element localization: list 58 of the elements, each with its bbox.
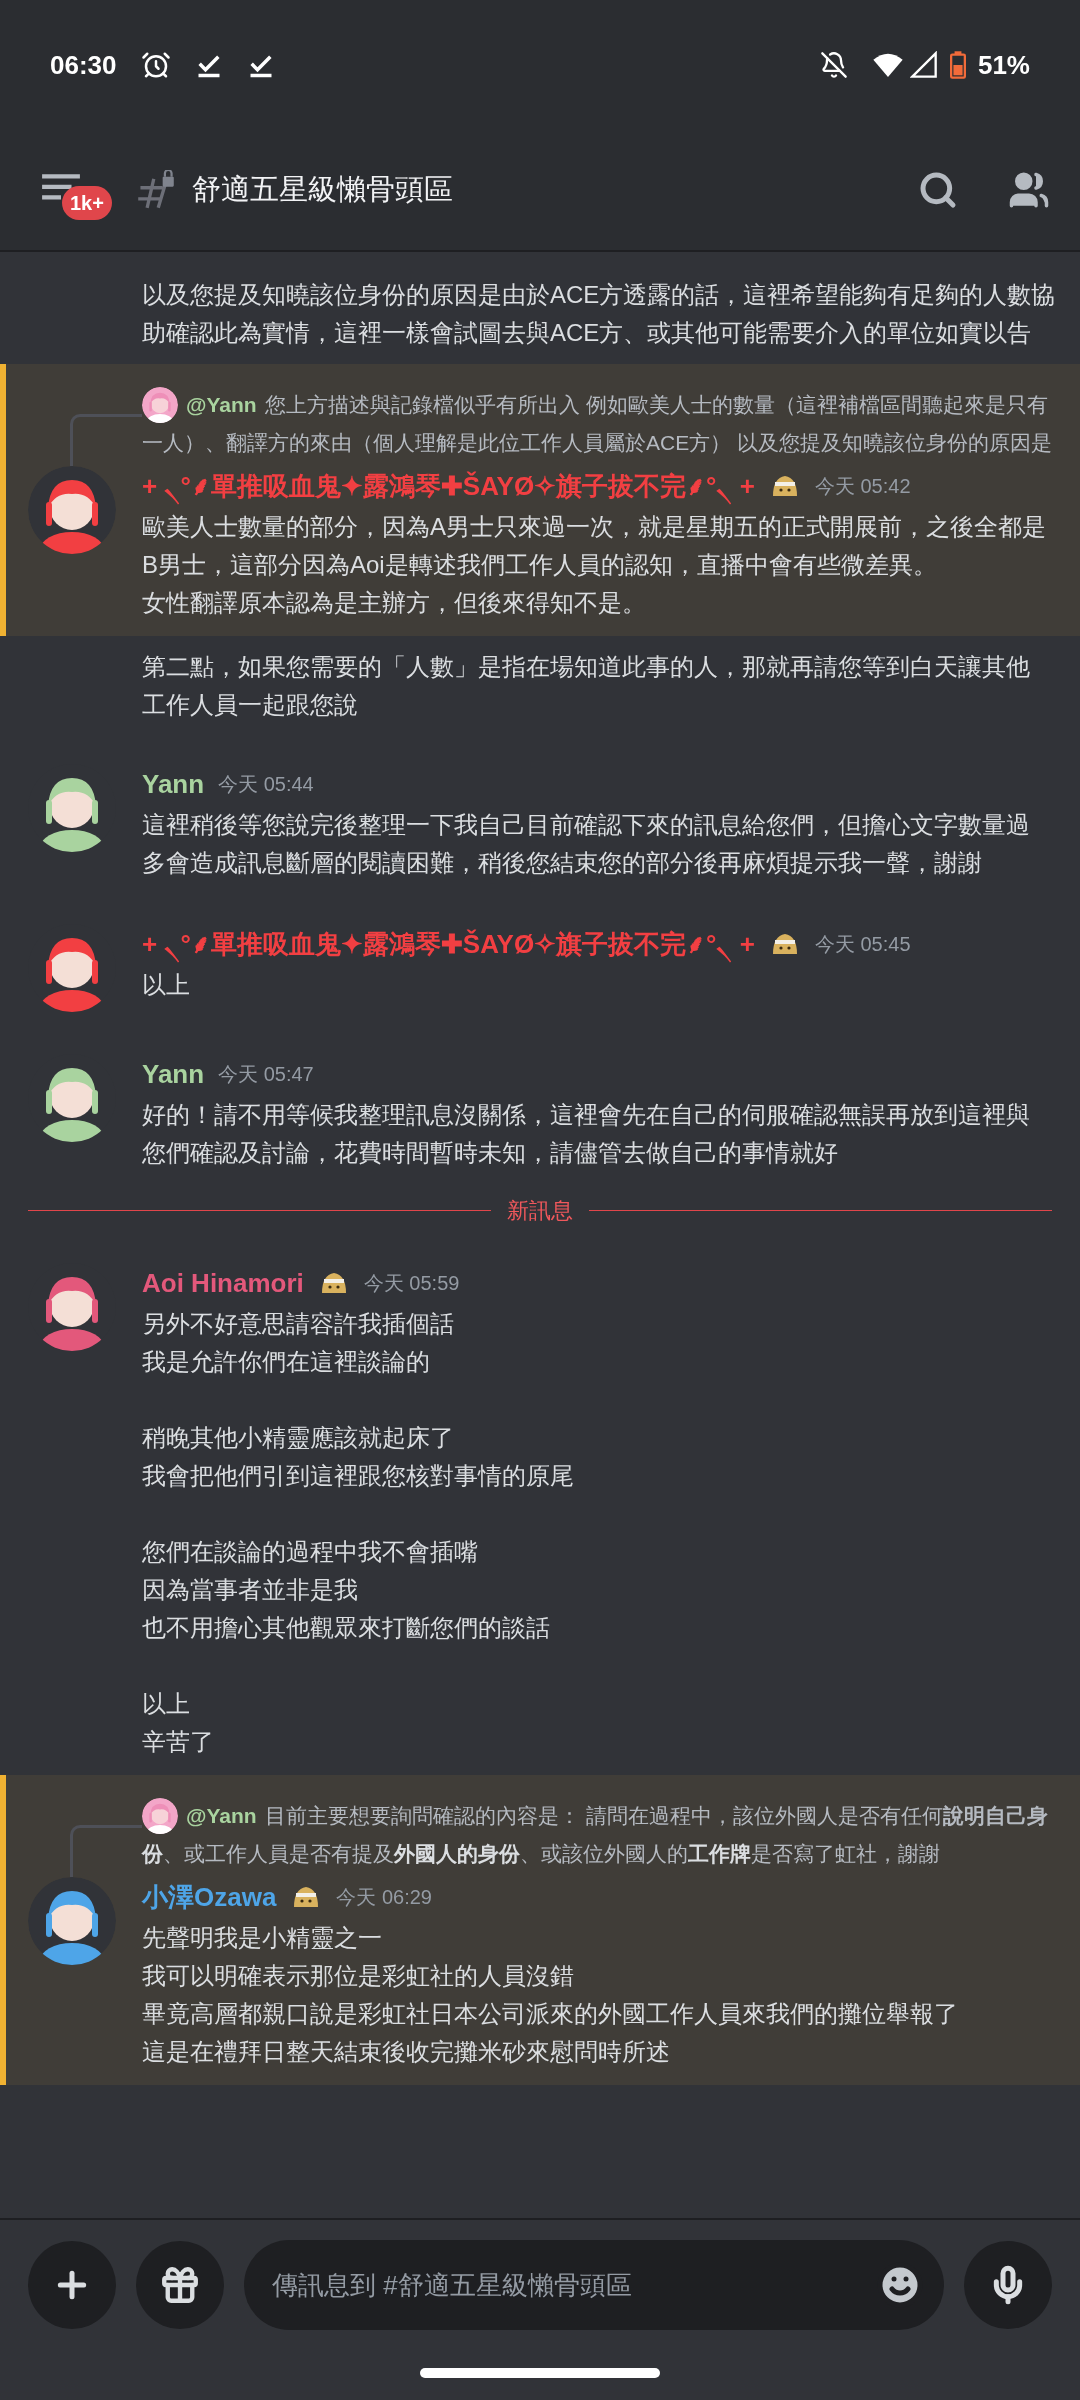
message-text: 先聲明我是小精靈之一 [142, 1923, 383, 1953]
message-text: 您們在談論的過程中我不會插嘴 [142, 1537, 479, 1567]
message-text: 這是在禮拜日整天結束後收完攤米砂來慰問時所述 [142, 2037, 671, 2067]
message-text: 我會把他們引到這裡跟您核對事情的原尾 [142, 1461, 574, 1491]
author-name[interactable]: Yann [142, 1054, 205, 1094]
reply-connector [70, 1825, 142, 1877]
reply-text: 您上方描述與記錄檔似乎有所出入 例如歐美人士的數量（這裡補檔區間聽起來是只有 [264, 392, 1048, 418]
battery-level: 51% [977, 48, 1030, 82]
signal-icon [909, 51, 938, 79]
author-name[interactable]: 小澤Ozawa [142, 1877, 277, 1917]
search-icon[interactable] [918, 170, 958, 210]
alarm-icon [140, 50, 171, 80]
status-time: 06:30 [50, 48, 117, 82]
reply-connector [70, 414, 142, 466]
message-text: 助確認此為實情，這裡一樣會試圖去與ACE方、或其他可能需要介入的單位如實以告 [142, 318, 1033, 348]
message-text: 我可以明確表示那位是彩虹社的人員沒錯 [142, 1961, 575, 1991]
locked-channel-icon [136, 170, 176, 210]
message-text: 歐美人士數量的部分，因為A男士只來過一次，就是星期五的正式開展前，之後全都是 [142, 512, 1046, 542]
timestamp: 今天 05:45 [814, 932, 911, 957]
message-text: 另外不好意思請容許我插個話 [142, 1309, 455, 1339]
message-field[interactable]: 傳訊息到 #舒適五星級懶骨頭區 [244, 2240, 944, 2330]
timestamp: 今天 05:59 [363, 1271, 460, 1296]
message-text: 這裡稍後等您說完後整理一下我自己目前確認下來的訊息給您們，但擔心文字數量過 [142, 810, 1030, 840]
reply-mention[interactable]: @Yann [186, 1800, 257, 1832]
timestamp: 今天 06:29 [336, 1885, 432, 1910]
message-text: 女性翻譯原本認為是主辦方，但後來得知不是。 [142, 588, 647, 618]
message-text: 以上 [142, 1689, 191, 1719]
message-text: B男士，這部分因為Aoi是轉述我們工作人員的認知，直播中會有些微差異。 [142, 550, 938, 580]
reply-text: 一人）、翻譯方的來由（個人理解是此位工作人員屬於ACE方） 以及您提及知曉該位身份的原因是 [142, 430, 1052, 456]
gift-icon [159, 2264, 201, 2306]
message-text: 第二點，如果您需要的「人數」是指在場知道此事的人，那就再請您等到白天讓其他 [142, 652, 1030, 682]
message-text: 畢竟高層都親口說是彩虹社日本公司派來的外國工作人員來我們的攤位舉報了 [142, 1999, 958, 2029]
message-text: 稍晚其他小精靈應該就起床了 [142, 1423, 455, 1453]
channel-title: 舒適五星級懶骨頭區 [192, 172, 453, 208]
author-name[interactable]: + ৲°⸙單推吸血鬼✦露鴻琴✚ŠAYØ✧旗子拔不完⸙°৲ + [142, 924, 755, 964]
message-text: 多會造成訊息斷層的閱讀困難，稍後您結束您的部分後再麻煩提示我一聲，謝謝 [142, 848, 983, 878]
battery-icon [949, 50, 966, 80]
bell-off-icon [819, 51, 848, 79]
message-text: 因為當事者並非是我 [142, 1575, 359, 1605]
message-text: 我是允許你們在這裡談論的 [142, 1347, 431, 1377]
message-text: 以上 [142, 970, 191, 1000]
new-messages-divider: 新訊息 [507, 1197, 573, 1225]
message-text: 也不用擔心其他觀眾來打斷您們的談話 [142, 1613, 551, 1643]
timestamp: 今天 05:44 [218, 772, 314, 797]
unread-badge: 1k+ [62, 186, 112, 220]
message-text: 好的！請不用等候我整理訊息沒關係，這裡會先在自己的伺服確認無誤再放到這裡與 [142, 1100, 1030, 1130]
message-text: 以及您提及知曉該位身份的原因是由於ACE方透露的話，這裡希望能夠有足夠的人數協 [142, 280, 1056, 310]
author-name[interactable]: Aoi Hinamori [142, 1263, 304, 1303]
timestamp: 今天 05:42 [814, 474, 911, 499]
message-text: 您們確認及討論，花費時間暫時未知，請儘管去做自己的事情就好 [142, 1138, 839, 1168]
timestamp: 今天 05:47 [218, 1062, 314, 1087]
author-name[interactable]: Yann [142, 764, 205, 804]
message-text: 辛苦了 [142, 1727, 215, 1757]
message-input[interactable]: 傳訊息到 #舒適五星級懶骨頭區 [272, 2265, 876, 2305]
reply-mention[interactable]: @Yann [186, 389, 257, 421]
reply-text: 份、或工作人員是否有提及外國人的身份、或該位外國人的工作牌是否寫了虹社，謝謝 [142, 1841, 941, 1867]
message-text: 工作人員一起跟您說 [142, 690, 359, 720]
reply-text: 目前主要想要詢問確認的內容是： 請問在過程中，該位外國人是否有任何說明自己身 [264, 1803, 1048, 1829]
